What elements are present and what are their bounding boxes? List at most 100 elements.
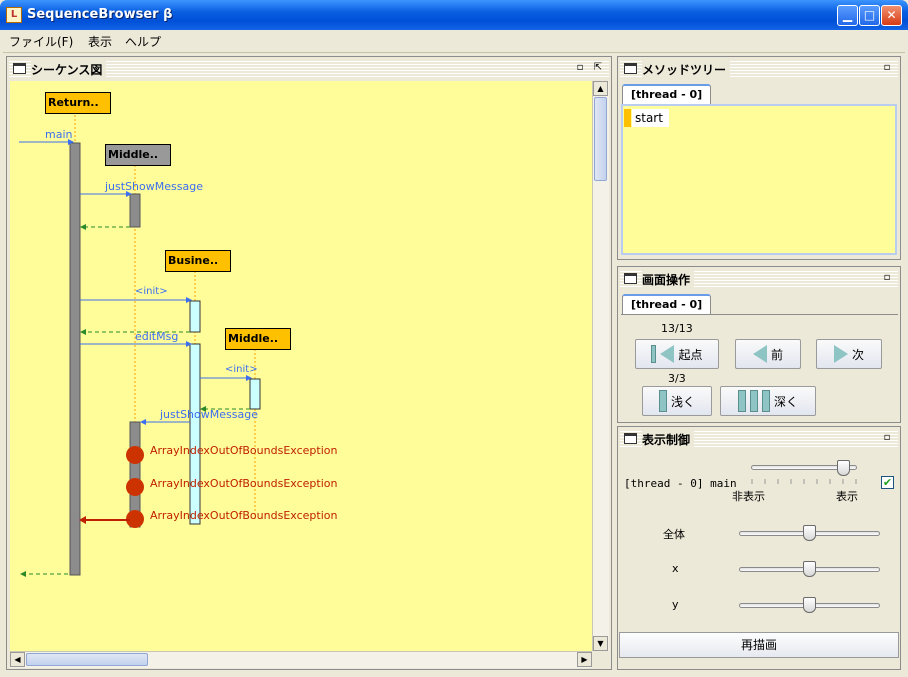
restore-icon[interactable]: ▫ — [880, 271, 894, 285]
screen-ops-panel: 画面操作 ▫ [thread - 0] 13/13 起点 前 次 3/3 浅く … — [617, 266, 901, 423]
restore-icon[interactable]: ▫ — [573, 61, 587, 75]
panel-window-icon — [624, 433, 637, 444]
restore-icon[interactable]: ▫ — [880, 431, 894, 445]
menu-bar: ファイル(F) 表示 ヘルプ — [3, 30, 905, 53]
tree-node-marker — [624, 109, 631, 127]
sequence-diagram-canvas[interactable]: Return.. Middle.. Busine.. Middle.. main… — [10, 81, 592, 651]
next-label: 次 — [851, 347, 864, 362]
shallow-label: 浅く — [670, 394, 695, 409]
shallow-icon — [658, 390, 667, 412]
maximize-panel-icon[interactable]: ⇱ — [591, 61, 605, 75]
next-icon — [833, 345, 848, 363]
lifeline-middle1-box[interactable]: Middle.. — [105, 144, 171, 166]
lifeline-middle2-box[interactable]: Middle.. — [225, 328, 291, 350]
first-bar-icon — [651, 345, 657, 363]
depth-counter: 3/3 — [668, 372, 686, 385]
display-control-panel: 表示制御 ▫ [thread - 0] main 非表示 表示 ✔ 全体 x y… — [617, 426, 901, 670]
message-justshowmessage2-label: justShowMessage — [160, 408, 258, 421]
horizontal-scrollbar[interactable]: ◀ ▶ — [10, 651, 592, 668]
start-point-label: 起点 — [678, 347, 703, 362]
maximize-button[interactable]: □ — [859, 5, 880, 26]
message-init2-label: <init> — [225, 364, 258, 375]
prev-button[interactable]: 前 — [735, 339, 801, 369]
checkmark-icon: ✔ — [882, 476, 893, 489]
x-scale-slider-thumb[interactable] — [803, 561, 816, 577]
deep-icon-bar2 — [749, 390, 758, 412]
activation-middle2-init — [249, 378, 261, 410]
panel-window-icon — [624, 273, 637, 284]
screen-ops-header[interactable]: 画面操作 ▫ — [620, 269, 898, 289]
show-label: 表示 — [836, 490, 858, 503]
vertical-scroll-thumb[interactable] — [594, 97, 607, 181]
minimize-button[interactable]: ▁ — [837, 5, 858, 26]
exception-label-3: ArrayIndexOutOfBoundsException — [150, 509, 338, 522]
panel-window-icon — [624, 63, 637, 74]
sequence-panel-title: シーケンス図 — [31, 61, 107, 78]
lifeline-business-box[interactable]: Busine.. — [165, 250, 231, 272]
close-button[interactable]: ✕ — [881, 5, 902, 26]
exception-marker-2 — [126, 478, 144, 496]
exception-label-1: ArrayIndexOutOfBoundsException — [150, 444, 338, 457]
zoom-all-label: 全体 — [663, 528, 685, 541]
screen-ops-tab[interactable]: [thread - 0] — [622, 294, 712, 314]
x-scale-label: x — [672, 562, 679, 575]
thread-visibility-label: [thread - 0] main — [624, 477, 737, 490]
prev-label: 前 — [770, 347, 783, 362]
activation-business-edit — [189, 343, 201, 525]
y-scale-label: y — [672, 598, 679, 611]
sequence-panel-header[interactable]: シーケンス図 ▫ ⇱ — [9, 59, 609, 79]
minimize-icon: ▁ — [842, 8, 853, 22]
redraw-button[interactable]: 再描画 — [619, 632, 899, 658]
message-justshowmessage-label: justShowMessage — [105, 180, 203, 193]
app-icon: L — [6, 7, 22, 23]
menu-file[interactable]: ファイル(F) — [9, 33, 73, 50]
horizontal-scroll-thumb[interactable] — [26, 653, 148, 666]
shallow-button[interactable]: 浅く — [642, 386, 712, 416]
y-scale-slider-thumb[interactable] — [803, 597, 816, 613]
thread-visible-checkbox[interactable]: ✔ — [881, 476, 894, 489]
zoom-all-slider-thumb[interactable] — [803, 525, 816, 541]
lifeline-return-box[interactable]: Return.. — [45, 92, 111, 114]
method-tree-panel: メソッドツリー ▫ [thread - 0] start — [617, 56, 901, 260]
method-tree-tab[interactable]: [thread - 0] — [622, 84, 712, 104]
title-bar[interactable]: L SequenceBrowser β ▁ □ ✕ — [0, 0, 908, 30]
screen-ops-title: 画面操作 — [642, 271, 695, 288]
start-point-button[interactable]: 起点 — [635, 339, 719, 369]
sequence-diagram-graphics — [19, 103, 261, 577]
scroll-up-icon[interactable]: ▲ — [593, 81, 608, 96]
activation-middle1 — [129, 193, 141, 228]
deep-label: 深く — [773, 394, 798, 409]
vertical-scrollbar[interactable]: ▲ ▼ — [592, 81, 609, 651]
thread-visibility-slider-thumb[interactable] — [836, 460, 850, 476]
close-icon: ✕ — [886, 8, 897, 22]
display-control-title: 表示制御 — [642, 431, 695, 448]
message-main-label: main — [45, 128, 73, 141]
restore-icon[interactable]: ▫ — [880, 61, 894, 75]
panel-window-icon — [13, 63, 26, 74]
exception-marker-1 — [126, 446, 144, 464]
scroll-right-icon[interactable]: ▶ — [577, 652, 592, 667]
exception-label-2: ArrayIndexOutOfBoundsException — [150, 477, 338, 490]
scroll-down-icon[interactable]: ▼ — [593, 636, 608, 651]
deep-button[interactable]: 深く — [720, 386, 816, 416]
method-tree-view[interactable]: start — [621, 104, 897, 255]
thread-slider-ticks — [751, 479, 857, 484]
rewind-icon — [660, 345, 675, 363]
deep-icon-bar1 — [737, 390, 746, 412]
hide-label: 非表示 — [732, 490, 765, 503]
activation-business-init — [189, 300, 201, 333]
menu-view[interactable]: 表示 — [88, 33, 112, 50]
maximize-icon: □ — [863, 8, 876, 22]
message-init-label: <init> — [135, 286, 168, 297]
step-counter: 13/13 — [661, 322, 693, 335]
deep-icon-bar3 — [761, 390, 770, 412]
prev-icon — [752, 345, 767, 363]
scroll-left-icon[interactable]: ◀ — [10, 652, 25, 667]
screen-ops-body: 13/13 起点 前 次 3/3 浅く 深く — [621, 314, 898, 421]
menu-help[interactable]: ヘルプ — [125, 33, 161, 50]
tree-item-start[interactable]: start — [632, 109, 669, 127]
display-control-header[interactable]: 表示制御 ▫ — [620, 429, 898, 449]
method-tree-header[interactable]: メソッドツリー ▫ — [620, 59, 898, 79]
next-button[interactable]: 次 — [816, 339, 882, 369]
activation-main — [69, 142, 81, 576]
